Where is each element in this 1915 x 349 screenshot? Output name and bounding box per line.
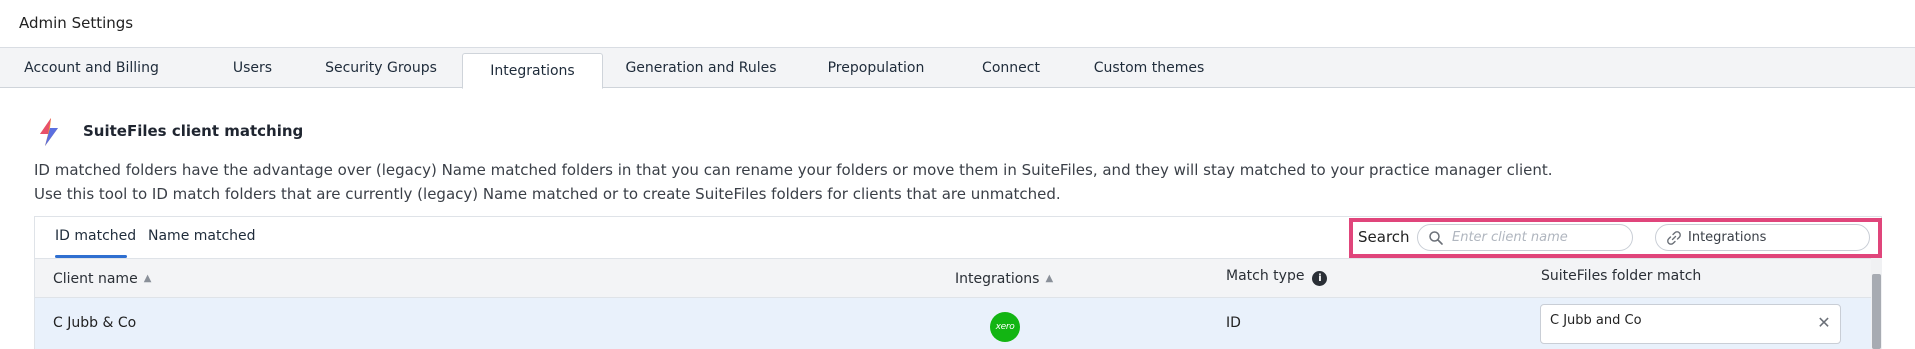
tab-generation-and-rules[interactable]: Generation and Rules (622, 48, 780, 88)
tab-users[interactable]: Users (210, 48, 295, 88)
tab-account-and-billing[interactable]: Account and Billing (19, 48, 164, 88)
section-description-line-2: Use this tool to ID match folders that a… (34, 185, 1061, 203)
subtab-id-matched[interactable]: ID matched (55, 228, 136, 244)
page-title: Admin Settings (19, 14, 134, 32)
search-label: Search (1358, 228, 1410, 246)
section-title: SuiteFiles client matching (83, 122, 304, 140)
sort-up-icon: ▲ (1045, 273, 1054, 284)
settings-tabs: Account and Billing Users Security Group… (0, 48, 1915, 89)
clear-icon[interactable]: ✕ (1815, 314, 1833, 332)
match-type-cell: ID (1226, 315, 1241, 331)
column-client-name[interactable]: Client name ▲ (53, 271, 151, 287)
column-integrations[interactable]: Integrations ▲ (955, 271, 1053, 287)
info-icon[interactable]: i (1312, 271, 1328, 286)
folder-match-input[interactable]: C Jubb and Co ✕ (1540, 304, 1841, 344)
column-label: Match type (1226, 268, 1305, 284)
lightning-bolt-icon (40, 118, 58, 146)
client-name-cell: C Jubb & Co (53, 315, 137, 331)
tab-prepopulation[interactable]: Prepopulation (816, 48, 936, 88)
tab-security-groups[interactable]: Security Groups (314, 48, 448, 88)
table-row[interactable]: C Jubb & Co xero ID C Jubb and Co ✕ (35, 298, 1871, 349)
table-header: Client name ▲ Integrations ▲ Match type i S… (35, 258, 1871, 298)
integrations-filter-label: Integrations (1688, 230, 1767, 245)
column-match-type: Match type i (1226, 268, 1328, 286)
search-icon (1429, 231, 1443, 245)
column-label: Client name (53, 271, 138, 287)
tab-custom-themes[interactable]: Custom themes (1090, 48, 1208, 88)
client-search-input[interactable]: Enter client name (1417, 224, 1633, 251)
search-placeholder: Enter client name (1452, 230, 1568, 245)
section-description-line-1: ID matched folders have the advantage ov… (34, 161, 1553, 179)
subtab-name-matched[interactable]: Name matched (148, 228, 256, 244)
xero-logo-icon: xero (990, 312, 1020, 342)
sort-up-icon: ▲ (143, 273, 152, 284)
column-label: Integrations (955, 271, 1040, 287)
table-scrollbar[interactable] (1871, 258, 1882, 349)
scrollbar-thumb[interactable] (1872, 274, 1881, 349)
top-bar: Admin Settings (0, 0, 1915, 48)
folder-match-value: C Jubb and Co (1550, 313, 1642, 328)
tab-connect[interactable]: Connect (960, 48, 1062, 88)
column-suitefiles-folder-match: SuiteFiles folder match (1541, 268, 1702, 284)
tab-integrations[interactable]: Integrations (462, 53, 603, 89)
link-icon (1667, 231, 1681, 245)
integrations-filter[interactable]: Integrations (1655, 224, 1870, 251)
